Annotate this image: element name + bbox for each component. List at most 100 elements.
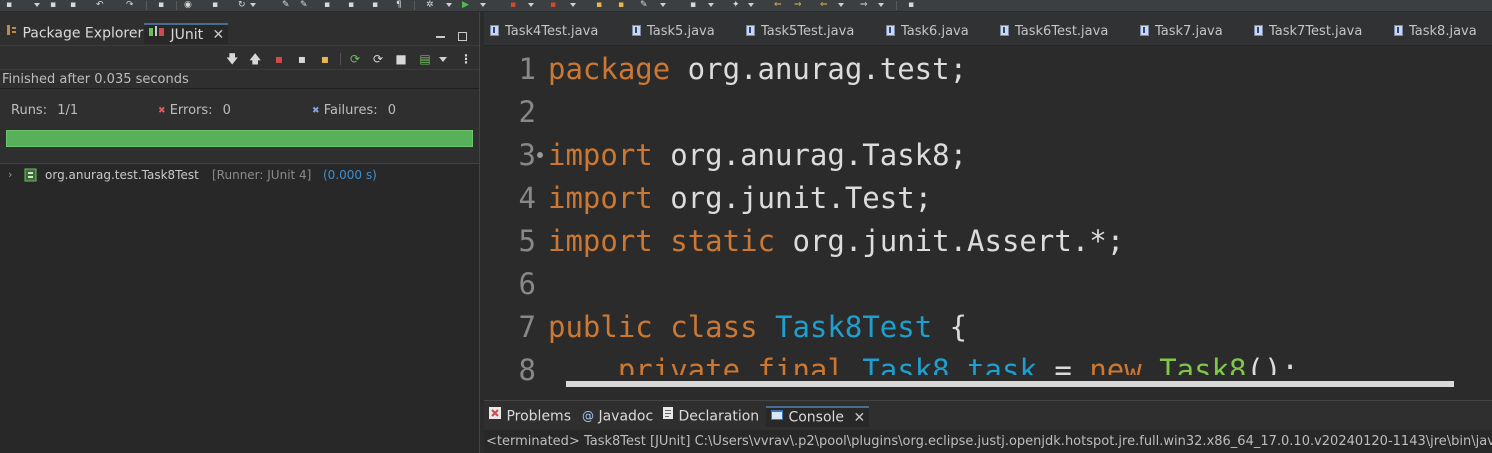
tab-junit[interactable]: JUnit ✕ — [144, 23, 229, 45]
test-history-icon[interactable]: ▤ — [418, 52, 432, 66]
tab-javadoc[interactable]: @ Javadoc — [582, 406, 653, 427]
edit-icon[interactable]: ✎ — [300, 0, 308, 10]
prev-annotation-icon[interactable]: ⇐ — [774, 0, 782, 10]
close-icon[interactable]: ✕ — [853, 409, 865, 428]
expand-chevron-icon[interactable]: › — [8, 166, 12, 184]
runs-value: 1/1 — [57, 103, 79, 118]
external-tools-dropdown-icon[interactable] — [570, 3, 576, 7]
back-icon[interactable]: ⇐ — [820, 0, 828, 10]
show-failures-only-icon[interactable]: ▪ — [272, 52, 286, 66]
console-icon — [770, 408, 784, 427]
redo-icon[interactable]: ↷ — [126, 0, 134, 10]
tool-icon[interactable]: ✎ — [282, 0, 290, 10]
editor-tab-label: Task5Test.java — [761, 24, 855, 39]
layout-icon[interactable]: ▪ — [348, 0, 354, 10]
coverage-dropdown-icon[interactable] — [528, 3, 534, 7]
junit-icon — [148, 25, 166, 45]
tab-label: Declaration — [678, 408, 760, 425]
pin-editor-icon[interactable]: ▪ — [908, 0, 914, 10]
run-dropdown-icon[interactable] — [480, 3, 486, 7]
previous-failure-icon[interactable]: 🡅 — [249, 52, 261, 66]
editor-tab-task6[interactable]: Task6.java — [886, 23, 969, 41]
editor-tab-task6test[interactable]: Task6Test.java — [1000, 23, 1108, 41]
code-token: static — [670, 224, 775, 258]
debug-dropdown-icon[interactable] — [446, 3, 452, 7]
editor-horizontal-scrollbar[interactable] — [546, 375, 1492, 397]
code-text: package org.anurag.test; — [548, 48, 967, 91]
code-token: org.anurag.test; — [670, 52, 968, 86]
refresh-dropdown-icon[interactable] — [250, 3, 256, 7]
rerun-failed-first-icon[interactable]: ⟳ — [371, 52, 385, 66]
search-icon[interactable]: ◉ — [184, 0, 192, 10]
editor-tab-task5[interactable]: Task5.java — [632, 23, 715, 41]
terminal-icon[interactable]: ▪ — [158, 0, 164, 10]
stop-icon[interactable]: ■ — [395, 52, 407, 66]
java-file-icon — [490, 25, 499, 36]
tab-declaration[interactable]: Declaration — [662, 406, 759, 427]
editor-tab-task4test[interactable]: Task4Test.java — [490, 23, 598, 41]
line-number: 8 — [518, 353, 536, 387]
run-icon[interactable]: ▶ — [462, 0, 469, 10]
view-menu-icon[interactable]: ⋮ — [460, 52, 472, 66]
new-icon[interactable]: ▪ — [6, 0, 12, 10]
next-annotation-icon[interactable]: ⇒ — [794, 0, 802, 10]
build-icon[interactable]: ▪ — [324, 0, 330, 10]
package-icon[interactable]: ▪ — [212, 0, 218, 10]
undo-icon[interactable]: ↶ — [96, 0, 104, 10]
refresh-icon[interactable]: ↻ — [238, 0, 246, 10]
back-dropdown-icon[interactable] — [838, 3, 844, 7]
save-icon[interactable]: ▪ — [50, 0, 56, 10]
new-dropdown-icon[interactable] — [34, 3, 40, 7]
java-file-icon — [886, 25, 895, 36]
editor-tab-task8[interactable]: Task8.java — [1394, 23, 1477, 41]
console-output: <terminated> Task8Test [JUnit] C:\Users\… — [484, 430, 1492, 453]
fold-marker-icon[interactable] — [537, 152, 543, 158]
forward-icon[interactable]: ⇒ — [860, 0, 868, 10]
minimize-icon[interactable] — [436, 36, 445, 38]
history-dropdown-icon[interactable] — [439, 57, 447, 62]
toolbar-separator — [414, 1, 415, 10]
scroll-lock-icon[interactable]: ▪ — [318, 52, 332, 66]
tab-console[interactable]: Console ✕ — [766, 406, 870, 428]
open-type-icon[interactable]: ▪ — [690, 0, 696, 10]
external-tools-icon[interactable]: ▪ — [550, 0, 556, 10]
forward-dropdown-icon[interactable] — [878, 3, 884, 7]
editor-tab-task7[interactable]: Task7.java — [1140, 23, 1223, 41]
annotation-dropdown-icon[interactable] — [748, 3, 754, 7]
failures-counter: ✖ Failures: 0 — [312, 102, 396, 120]
code-text: import static org.junit.Assert.*; — [548, 220, 1124, 263]
editor-tab-task5test[interactable]: Task5Test.java — [746, 23, 854, 41]
editor-tab-label: Task8.java — [1409, 24, 1477, 39]
rerun-icon[interactable]: ⟳ — [348, 52, 362, 66]
code-token: class — [670, 310, 758, 344]
code-editor[interactable]: 1 package org.anurag.test; 2 3 import org.an… — [484, 47, 1492, 400]
new-java-project-icon[interactable]: ▪ — [596, 0, 602, 10]
code-text: import org.junit.Test; — [548, 177, 932, 220]
editor-tab-task7test[interactable]: Task7Test.java — [1254, 23, 1362, 41]
tab-problems[interactable]: Problems — [488, 406, 571, 427]
toolbar-separator — [146, 1, 147, 10]
code-token: org.junit.Assert.*; — [775, 224, 1125, 258]
next-failure-icon[interactable]: 🡇 — [226, 52, 238, 66]
coverage-icon[interactable]: ▪ — [510, 0, 516, 10]
debug-icon[interactable]: ✲ — [426, 0, 434, 10]
new-package-icon[interactable]: ▪ — [618, 0, 624, 10]
test-class-icon — [24, 168, 40, 187]
save-all-icon[interactable]: ▪ — [70, 0, 76, 10]
tab-package-explorer[interactable]: Package Explorer — [6, 23, 143, 44]
close-icon[interactable]: ✕ — [213, 26, 225, 45]
maximize-icon[interactable] — [458, 32, 467, 41]
java-file-icon — [632, 25, 641, 36]
new-class-icon[interactable]: ✎ — [640, 0, 648, 10]
open-type-dropdown-icon[interactable] — [708, 3, 714, 7]
tab-label: Javadoc — [598, 408, 654, 425]
scrollbar-thumb[interactable] — [566, 381, 1454, 387]
annotation-icon[interactable]: ✦ — [732, 0, 740, 10]
show-skipped-icon[interactable]: ▪ — [295, 52, 309, 66]
toggle-icon[interactable]: ¶ — [396, 0, 402, 10]
code-token: import — [548, 224, 653, 258]
new-class-dropdown-icon[interactable] — [660, 3, 666, 7]
open-icon[interactable]: ▪ — [372, 0, 378, 10]
code-text: public class Task8Test { — [548, 306, 967, 349]
